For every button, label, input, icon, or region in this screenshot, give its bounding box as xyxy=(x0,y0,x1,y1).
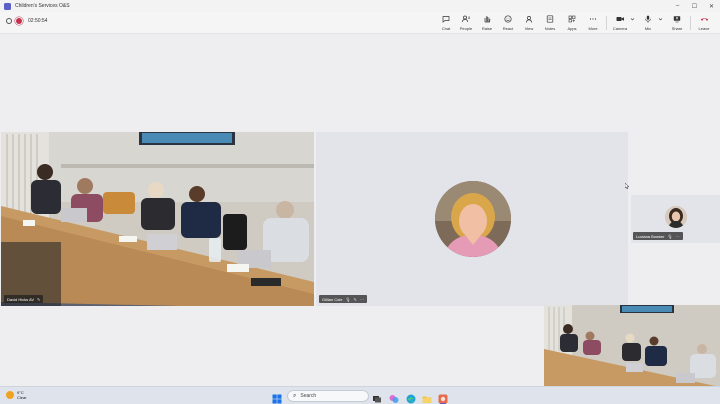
mic-off-icon: 🎙 xyxy=(667,233,673,239)
self-view-video[interactable] xyxy=(544,305,720,387)
room-video-feed xyxy=(544,305,720,387)
more-options-icon[interactable]: ⋯ xyxy=(676,234,680,239)
avatar-photo xyxy=(665,206,687,228)
meeting-toolbar: 02:50:54 Chat 8 People Raise React View xyxy=(0,12,720,34)
minimize-button[interactable]: – xyxy=(669,0,686,12)
taskbar-search[interactable]: ⌕ Search xyxy=(287,390,369,402)
raise-label: Raise xyxy=(481,26,493,31)
mic-options-button[interactable] xyxy=(656,15,664,32)
window-controls: – ☐ ✕ xyxy=(669,0,720,12)
mic-label: Mic xyxy=(644,26,652,31)
share-button[interactable]: Share xyxy=(667,15,687,32)
close-button[interactable]: ✕ xyxy=(703,0,720,12)
maximize-button[interactable]: ☐ xyxy=(686,0,703,12)
weather-text: 9°C Clear xyxy=(17,390,27,400)
edge-icon[interactable] xyxy=(406,391,416,404)
camera-label: Camera xyxy=(612,26,628,31)
view-label: View xyxy=(524,26,534,31)
more-button[interactable]: More xyxy=(583,15,603,32)
view-icon xyxy=(525,15,533,24)
more-options-icon[interactable]: ⋯ xyxy=(360,297,364,302)
weather-condition: Clear xyxy=(17,395,27,400)
search-icon: ⌕ xyxy=(293,392,297,399)
mic-icon xyxy=(644,15,652,24)
participant-name-tag: Gillian Cole 🎙 ✎ ⋯ xyxy=(319,295,367,303)
leave-button[interactable]: Leave xyxy=(694,15,714,32)
title-bar: Children's Services O&S – ☐ ✕ xyxy=(0,0,720,12)
avatar xyxy=(435,181,511,257)
toolbar-separator xyxy=(606,16,607,30)
mic-button[interactable]: Mic xyxy=(638,15,658,32)
people-label: People xyxy=(459,26,473,31)
participant-name-tag: Luciana Bowker 🎙 ⋯ xyxy=(633,232,683,240)
view-button[interactable]: View xyxy=(519,15,539,32)
people-count: 8 xyxy=(468,15,471,20)
video-tile-room[interactable]: David Hicks AV ✎ xyxy=(1,132,314,306)
notes-icon xyxy=(546,15,554,24)
react-button[interactable]: React xyxy=(498,15,518,32)
weather-sun-icon xyxy=(6,391,14,399)
notes-button[interactable]: Notes xyxy=(540,15,560,32)
leave-icon xyxy=(700,15,709,24)
participant-name: David Hicks AV xyxy=(7,296,35,302)
participant-name-tag: David Hicks AV ✎ xyxy=(4,295,44,303)
weather-widget[interactable]: 9°C Clear xyxy=(6,390,27,400)
raise-hand-icon xyxy=(483,15,491,24)
avatar xyxy=(665,206,687,228)
more-icon xyxy=(589,15,597,24)
security-icon[interactable] xyxy=(6,18,12,24)
notes-label: Notes xyxy=(544,26,556,31)
camera-options-button[interactable] xyxy=(628,15,636,32)
pin-icon: ✎ xyxy=(37,296,41,302)
meeting-status: 02:50:54 xyxy=(6,18,47,24)
leave-label: Leave xyxy=(698,26,710,31)
raise-hand-button[interactable]: Raise xyxy=(477,15,497,32)
mic-off-icon: 🎙 xyxy=(345,296,351,302)
camera-button[interactable]: Camera xyxy=(610,15,630,32)
copilot-icon[interactable] xyxy=(389,391,399,403)
taskbar: 9°C Clear ⌕ Search xyxy=(0,386,720,404)
room-video-feed xyxy=(1,132,314,306)
windows-logo-icon xyxy=(272,394,282,404)
react-icon xyxy=(504,15,512,24)
avatar-photo xyxy=(435,181,511,257)
window-title: Children's Services O&S xyxy=(15,3,70,9)
chevron-down-icon xyxy=(630,15,635,24)
video-tile-gillian-cole[interactable]: Gillian Cole 🎙 ✎ ⋯ xyxy=(316,132,628,306)
video-tile-luciana-bowker[interactable]: Luciana Bowker 🎙 ⋯ xyxy=(631,195,720,243)
apps-label: Apps xyxy=(567,26,577,31)
search-placeholder: Search xyxy=(300,393,317,399)
chat-icon xyxy=(442,15,450,24)
chat-button[interactable]: Chat xyxy=(436,15,456,32)
participant-name: Luciana Bowker xyxy=(636,233,665,239)
mouse-cursor-icon xyxy=(625,183,630,189)
react-label: React xyxy=(502,26,514,31)
apps-icon xyxy=(568,15,576,24)
camera-icon xyxy=(616,15,625,24)
share-label: Share xyxy=(671,26,683,31)
people-button[interactable]: 8 People xyxy=(456,15,476,32)
pin-icon: ✎ xyxy=(353,296,357,302)
chevron-down-icon xyxy=(658,15,663,24)
toolbar-separator xyxy=(690,16,691,30)
participant-name: Gillian Cole xyxy=(322,296,343,302)
task-view-icon[interactable] xyxy=(372,391,382,403)
people-icon: 8 xyxy=(461,15,471,24)
file-explorer-icon[interactable] xyxy=(422,391,432,403)
more-label: More xyxy=(588,26,598,31)
start-button[interactable] xyxy=(272,391,282,404)
recording-icon xyxy=(16,18,22,24)
share-icon xyxy=(673,15,681,24)
meeting-timer: 02:50:54 xyxy=(28,18,48,24)
teams-app-icon xyxy=(4,2,11,10)
apps-button[interactable]: Apps xyxy=(562,15,582,32)
chat-label: Chat xyxy=(441,26,451,31)
